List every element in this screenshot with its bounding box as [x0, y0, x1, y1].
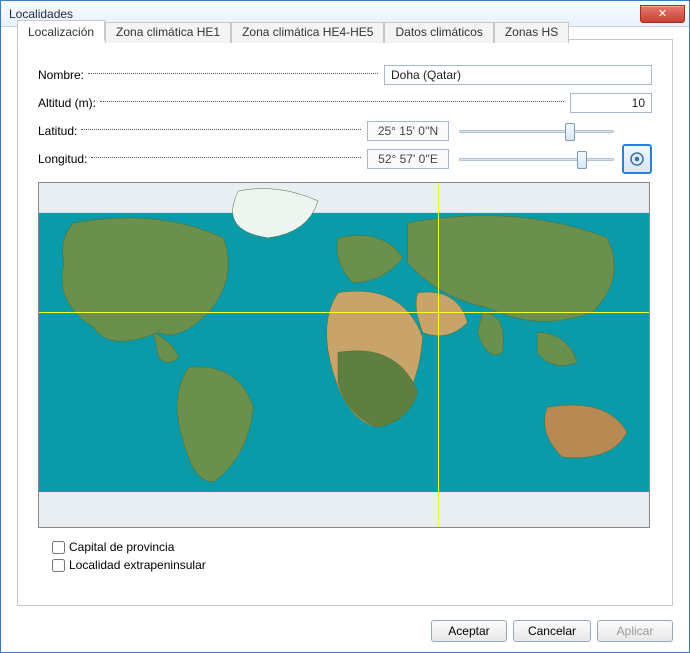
latitud-value: 25° 15' 0''N [367, 121, 449, 141]
window: Localidades ✕ Localización Zona climátic… [0, 0, 690, 653]
checkbox-extrapeninsular[interactable]: Localidad extrapeninsular [52, 556, 652, 574]
dots [81, 129, 361, 130]
slider-track [459, 130, 614, 133]
extra-checkbox-label: Localidad extrapeninsular [69, 558, 206, 572]
tab-panel-localizacion: Nombre: Altitud (m): Latitud: 25° 15' 0'… [18, 40, 672, 584]
row-nombre: Nombre: [38, 62, 652, 88]
accept-button[interactable]: Aceptar [431, 620, 507, 642]
label-altitud: Altitud (m): [38, 96, 96, 110]
tab-zona-he4-he5[interactable]: Zona climática HE4-HE5 [231, 22, 384, 43]
label-nombre: Nombre: [38, 68, 84, 82]
label-longitud: Longitud: [38, 152, 87, 166]
dialog-buttons: Aceptar Cancelar Aplicar [431, 620, 673, 642]
row-longitud: Longitud: 52° 57' 0''E [38, 146, 652, 172]
tab-zonas-hs[interactable]: Zonas HS [494, 22, 569, 43]
window-title: Localidades [9, 7, 634, 21]
longitud-value: 52° 57' 0''E [367, 149, 449, 169]
world-map-svg [39, 183, 649, 528]
world-map[interactable] [38, 182, 650, 528]
tab-bar: Localización Zona climática HE1 Zona cli… [17, 20, 569, 41]
checkbox-capital[interactable]: Capital de provincia [52, 538, 652, 556]
tab-localizacion[interactable]: Localización [17, 20, 105, 41]
altitud-input[interactable] [570, 93, 652, 113]
dots [88, 73, 378, 74]
dots [91, 157, 361, 158]
longitud-slider[interactable] [459, 150, 614, 168]
slider-thumb[interactable] [565, 123, 575, 141]
locate-button[interactable] [622, 144, 652, 174]
nombre-input[interactable] [384, 65, 652, 85]
tab-zona-he1[interactable]: Zona climática HE1 [105, 22, 231, 43]
apply-button: Aplicar [597, 620, 673, 642]
tab-datos-climaticos[interactable]: Datos climáticos [384, 22, 493, 43]
slider-track [459, 158, 614, 161]
close-button[interactable]: ✕ [640, 5, 685, 23]
row-altitud: Altitud (m): [38, 90, 652, 116]
close-icon: ✕ [658, 7, 667, 20]
checkbox-group: Capital de provincia Localidad extrapeni… [38, 538, 652, 574]
label-latitud: Latitud: [38, 124, 77, 138]
cancel-button[interactable]: Cancelar [513, 620, 591, 642]
tab-panel-container: Localización Zona climática HE1 Zona cli… [17, 39, 673, 606]
dots [100, 101, 564, 102]
capital-checkbox-label: Capital de provincia [69, 540, 174, 554]
slider-thumb[interactable] [577, 151, 587, 169]
row-latitud: Latitud: 25° 15' 0''N [38, 118, 652, 144]
target-icon [628, 150, 646, 168]
latitud-slider[interactable] [459, 122, 614, 140]
crosshair-horizontal [39, 312, 649, 313]
extra-checkbox-input[interactable] [52, 559, 65, 572]
capital-checkbox-input[interactable] [52, 541, 65, 554]
crosshair-vertical [438, 183, 439, 527]
